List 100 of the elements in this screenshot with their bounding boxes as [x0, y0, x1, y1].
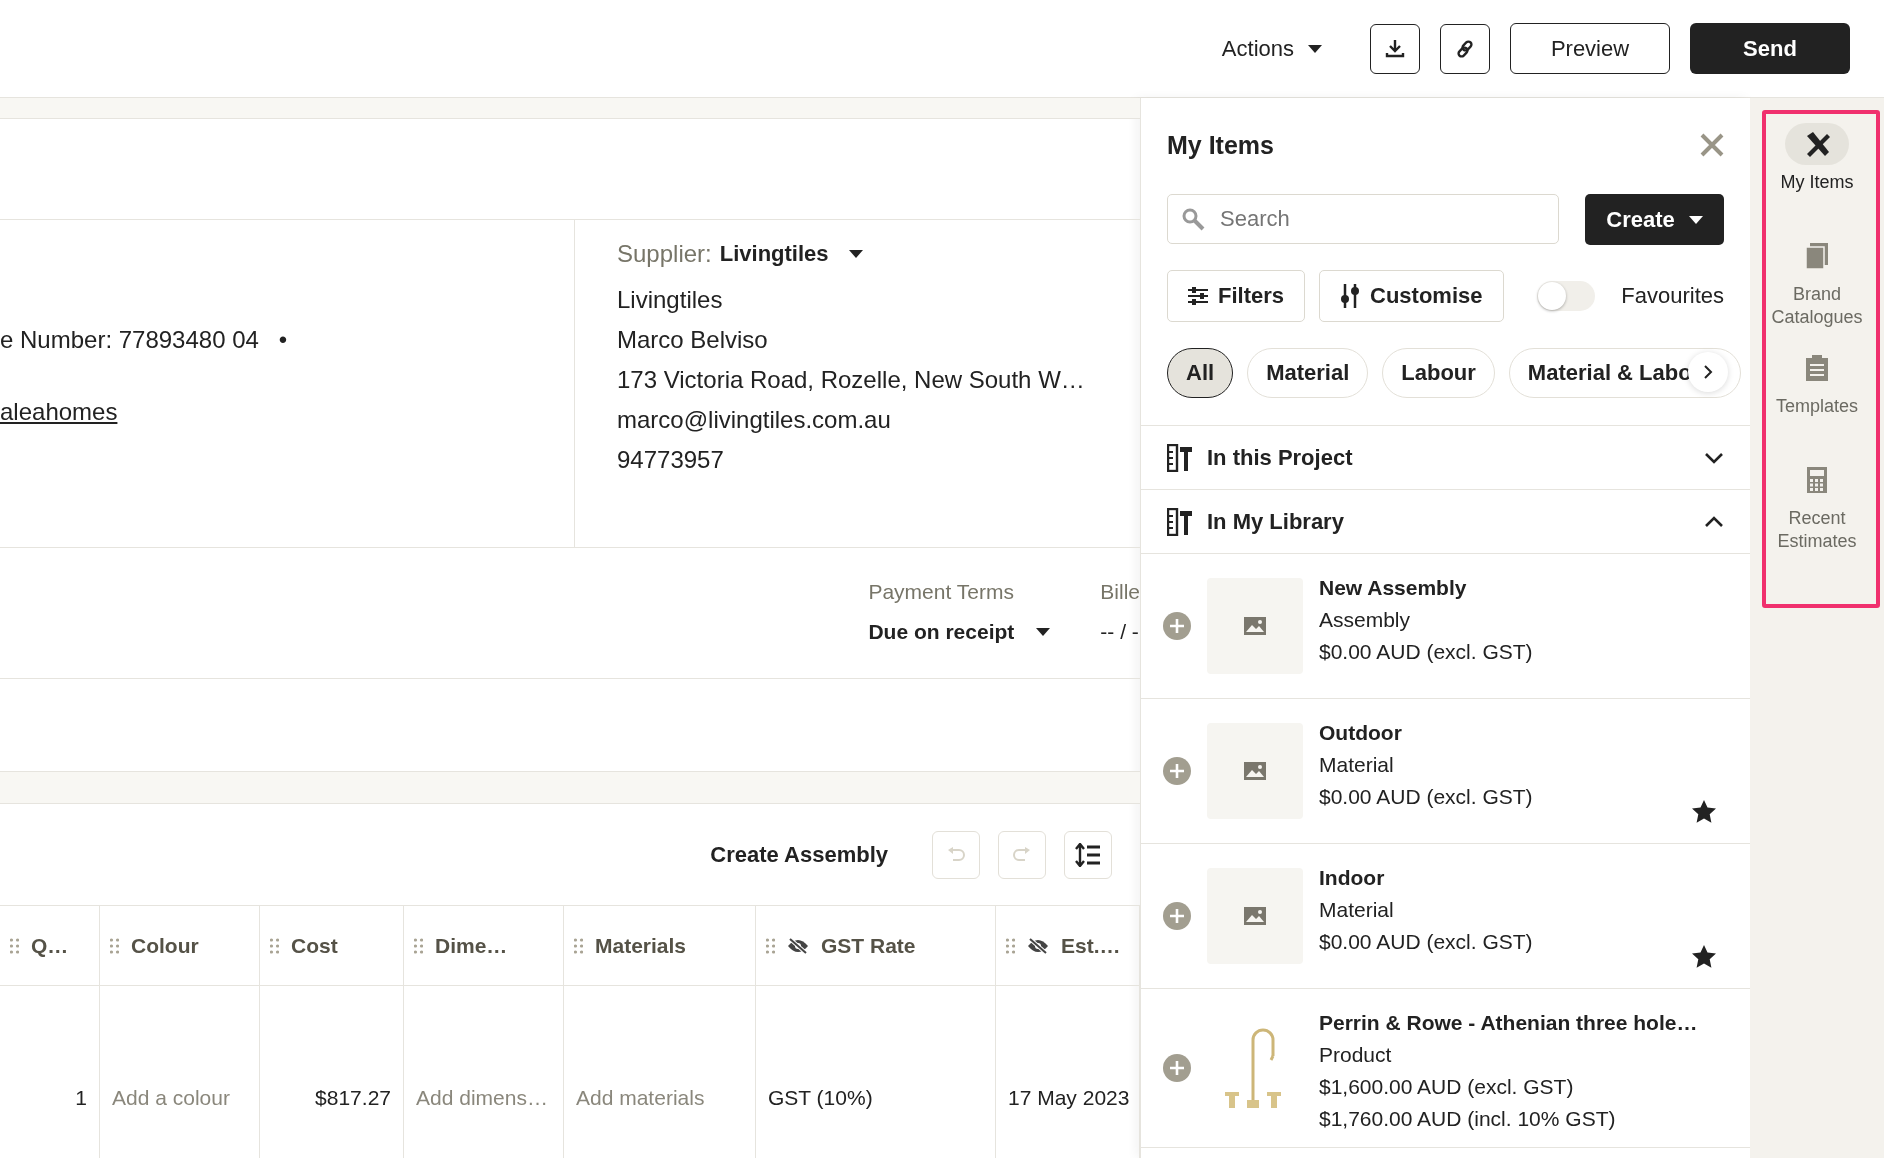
item-name: Outdoor: [1319, 721, 1403, 745]
column-header[interactable]: Cost: [260, 906, 404, 986]
field-label: Bille: [1100, 580, 1140, 604]
supplier-detail: 94773957: [617, 446, 725, 474]
calculator-icon: [1806, 466, 1828, 494]
drag-handle-icon[interactable]: [110, 937, 119, 954]
preview-button[interactable]: Preview: [1510, 23, 1670, 74]
drag-handle-icon[interactable]: [270, 937, 279, 954]
column-header[interactable]: GST Rate: [756, 906, 996, 986]
create-assembly-button[interactable]: Create Assembly: [704, 840, 894, 869]
phone-number: e Number: 77893480 04: [0, 326, 259, 354]
filter-chip[interactable]: Material: [1247, 348, 1369, 398]
caret-icon: [1308, 44, 1322, 53]
item-type: Product: [1319, 1043, 1393, 1067]
star-icon[interactable]: [1692, 945, 1716, 968]
column-header[interactable]: Dime…: [404, 906, 564, 986]
section-header[interactable]: In this Project: [1141, 425, 1750, 489]
drag-handle-icon[interactable]: [766, 937, 775, 954]
item-name: Perrin & Rowe - Athenian three hole…: [1319, 1011, 1698, 1035]
send-button[interactable]: Send: [1690, 23, 1850, 74]
sidebar-item[interactable]: Templates: [1758, 346, 1876, 458]
drag-handle-icon[interactable]: [10, 937, 19, 954]
drag-handle-icon[interactable]: [1006, 937, 1015, 954]
star-icon[interactable]: [1692, 800, 1716, 823]
ruler-hammer-icon: [1167, 443, 1193, 472]
sidebar-item[interactable]: Recent Estimates: [1758, 458, 1876, 570]
item-price: $0.00 AUD (excl. GST): [1319, 640, 1533, 664]
ruler-hammer-icon: [1167, 507, 1193, 536]
column-header[interactable]: Materials: [564, 906, 756, 986]
redo-icon: [1013, 846, 1031, 863]
link-button[interactable]: [1440, 23, 1490, 74]
supplier-detail: Marco Belviso: [617, 326, 769, 354]
book-icon: [1804, 242, 1830, 270]
customise-button[interactable]: Customise: [1319, 270, 1504, 322]
column-title: Dime…: [435, 933, 508, 958]
supplier-label: Supplier:: [617, 240, 712, 268]
create-button[interactable]: Create: [1585, 194, 1724, 245]
caret-icon: [1688, 215, 1703, 224]
filters-button[interactable]: Filters: [1167, 270, 1306, 322]
table-cell: Add dimens…: [404, 986, 564, 1158]
item-price: $1,600.00 AUD (excl. GST): [1319, 1075, 1575, 1099]
chevron-right-icon: [1703, 364, 1713, 380]
section-header[interactable]: In My Library: [1141, 489, 1750, 553]
sidebar-item[interactable]: Brand Catalogues: [1758, 234, 1876, 346]
column-header[interactable]: Colour: [100, 906, 260, 986]
favourites-toggle[interactable]: [1537, 281, 1596, 311]
filter-chip[interactable]: Material & Labo: [1508, 348, 1741, 398]
supplier-detail: Livingtiles: [617, 286, 724, 314]
supplier-detail: 173 Victoria Road, Rozelle, New South W…: [617, 366, 1086, 394]
search-icon: [1181, 207, 1205, 231]
sidebar-item[interactable]: My Items: [1758, 122, 1876, 234]
separator-dot: •: [278, 326, 288, 354]
column-title: Est.…: [1061, 933, 1121, 958]
item-price: $1,760.00 AUD (incl. 10% GST): [1319, 1107, 1617, 1131]
field-value: -- / -: [1100, 620, 1140, 644]
drag-handle-icon[interactable]: [414, 937, 423, 954]
panel-title: My Items: [1167, 130, 1274, 160]
filter-chip[interactable]: Labour: [1382, 348, 1495, 398]
clipboard-icon: [1805, 354, 1829, 382]
image-icon: [1243, 761, 1267, 781]
payment-terms-dropdown[interactable]: Due on receipt: [868, 620, 1051, 644]
line-spacing-icon: [1075, 842, 1101, 867]
actions-dropdown[interactable]: Actions: [1215, 29, 1328, 68]
image-icon: [1243, 906, 1267, 926]
supplier-detail: marco@livingtiles.com.au: [617, 406, 892, 434]
download-icon: [1385, 38, 1405, 59]
table-cell: Add a colour: [100, 986, 260, 1158]
add-icon[interactable]: [1163, 757, 1191, 785]
item-price: $0.00 AUD (excl. GST): [1319, 785, 1533, 809]
item-type: Material: [1319, 753, 1395, 777]
item-name: New Assembly: [1319, 576, 1468, 600]
add-icon[interactable]: [1163, 902, 1191, 930]
field-label: Payment Terms: [868, 580, 1015, 604]
search-field[interactable]: Search: [1167, 194, 1559, 244]
supplier-dropdown[interactable]: Livingtiles: [719, 241, 829, 267]
add-icon[interactable]: [1163, 612, 1191, 640]
item-price: $0.00 AUD (excl. GST): [1319, 930, 1533, 954]
filter-chip[interactable]: All: [1167, 348, 1234, 398]
close-icon[interactable]: [1700, 133, 1724, 157]
profile-link[interactable]: aleahomes: [0, 398, 118, 426]
table-cell: GST (10%): [756, 986, 996, 1158]
item-type: Material: [1319, 898, 1395, 922]
table-cell: $817.27: [260, 986, 404, 1158]
table-cell: Add materials: [564, 986, 756, 1158]
item-type: Assembly: [1319, 608, 1412, 632]
column-title: Q…: [31, 933, 69, 958]
caret-icon: [848, 250, 863, 258]
drag-handle-icon[interactable]: [574, 937, 583, 954]
spacing-button[interactable]: [1064, 830, 1112, 879]
column-title: Cost: [291, 933, 338, 958]
column-title: Colour: [131, 933, 199, 958]
add-icon[interactable]: [1163, 1054, 1191, 1082]
download-button[interactable]: [1370, 23, 1420, 74]
column-header[interactable]: Q…: [0, 906, 100, 986]
favourites-label: Favourites: [1621, 283, 1724, 309]
item-name: Indoor: [1319, 866, 1386, 890]
caret-icon: [1036, 628, 1051, 636]
table-cell: 1: [0, 986, 100, 1158]
column-title: Materials: [595, 933, 687, 958]
sliders-icon: [1188, 287, 1208, 305]
